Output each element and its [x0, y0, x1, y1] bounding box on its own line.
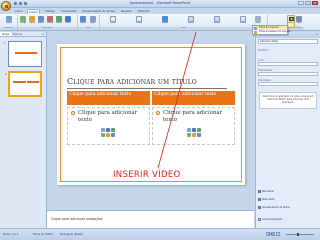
movie-dropdown-menu: Filme do Arquivo... Filme da Galeria do … [252, 25, 293, 35]
insert-content-icons [101, 128, 115, 137]
minimize-button[interactable]: – [298, 1, 304, 5]
smartart-button[interactable]: SmartArt [56, 16, 62, 25]
smartart-icon[interactable] [197, 128, 201, 132]
play-button[interactable]: Reproduzir [258, 198, 318, 201]
speed-row: Velocidade: [258, 79, 318, 88]
title-underline [67, 88, 227, 89]
sound-button[interactable]: Som [296, 16, 302, 25]
window-controls: – □ × [298, 1, 318, 5]
media-icon[interactable] [197, 133, 201, 137]
action-button[interactable]: Ação [90, 16, 96, 25]
movie-button[interactable]: Filme [287, 15, 295, 28]
chart-icon[interactable] [192, 128, 196, 132]
autopreview-checkbox[interactable]: AutoVisualização [258, 218, 318, 221]
office-button[interactable] [1, 1, 11, 11]
table-icon[interactable] [187, 128, 191, 132]
clipart-button[interactable]: Clip-art [29, 16, 35, 25]
photo-album-button[interactable]: Álbum de Fotografias [38, 16, 44, 25]
tab-outline[interactable]: Tópicos [11, 32, 24, 36]
media-icon[interactable] [111, 133, 115, 137]
slide-title-placeholder[interactable]: Clique para adicionar um título [67, 77, 197, 86]
slide-canvas[interactable]: Clique para adicionar um título Clique p… [57, 44, 245, 185]
thumbnail-col-bar [13, 81, 26, 83]
add-effect-button[interactable]: Adicionar efeito [258, 39, 318, 44]
left-heading-placeholder[interactable]: Clique para adicionar texto [67, 91, 150, 105]
header-footer-button[interactable]: Cabeçalho e Rodapé [136, 16, 142, 25]
reorder-row[interactable]: Reordenar [258, 190, 318, 193]
hyperlink-button[interactable]: Hiperlink [80, 16, 86, 25]
chart-button[interactable]: Gráfico [65, 16, 71, 25]
office-logo-icon [5, 5, 8, 8]
thumbnail-col-bar [27, 81, 39, 83]
textbox-button[interactable]: Caixa de Texto [110, 16, 116, 25]
right-content-placeholder[interactable]: Clique para adicionar texto [152, 107, 235, 145]
notes-pane[interactable]: Clique para adicionar anotações [47, 210, 254, 228]
reorder-icon [258, 190, 261, 193]
smartart-icon[interactable] [111, 128, 115, 132]
zoom-knob[interactable] [297, 233, 299, 236]
menu-item-movie-from-gallery[interactable]: Filme da Galeria do Clip-art... [253, 30, 293, 34]
start-row: Início: [258, 59, 318, 68]
start-select[interactable] [258, 62, 318, 66]
play-icon [258, 198, 261, 201]
zoom-slider[interactable] [286, 233, 314, 236]
annotation-label: INSERIR VÍDEO [113, 170, 181, 180]
close-button[interactable]: × [312, 1, 318, 5]
insert-content-icons [187, 128, 201, 137]
symbol-button[interactable]: Símbolo [240, 16, 246, 25]
chart-icon[interactable] [106, 128, 110, 132]
notes-placeholder: Clique para adicionar anotações [51, 217, 103, 221]
clipart-icon[interactable] [106, 133, 110, 137]
slides-panel-tabs: Slides Tópicos × [0, 32, 46, 37]
window-title: Apresentação1 - Microsoft PowerPoint [129, 1, 191, 5]
modify-row: Modificar [258, 49, 269, 52]
date-time-button[interactable]: Data e Hora [188, 16, 194, 25]
slideshow-button[interactable]: Apresentação de Slides [258, 206, 318, 209]
slideshow-view-icon[interactable] [276, 232, 280, 236]
picture-icon[interactable] [187, 133, 191, 137]
slide-thumbnail-1[interactable]: 1 [4, 41, 42, 67]
clipart-icon[interactable] [192, 133, 196, 137]
zoom-level[interactable]: 67% [268, 233, 274, 236]
wordart-button[interactable]: WordArt [162, 16, 168, 25]
add-effect-row: Adicionar efeito [258, 39, 318, 48]
slide-number-button[interactable]: Número do Slide [214, 16, 220, 25]
picture-icon[interactable] [101, 133, 105, 137]
title-bar: Apresentação1 - Microsoft PowerPoint – □… [0, 0, 320, 8]
thumbnail-title-bar [15, 52, 37, 54]
right-heading-placeholder[interactable]: Clique para adicionar texto [152, 91, 235, 105]
group-links: Hiperlink Ação Links [78, 15, 100, 30]
group-texto: Caixa de Texto Cabeçalho e Rodapé WordAr… [100, 15, 268, 30]
property-select[interactable] [258, 72, 318, 76]
table-button[interactable]: Tabela [6, 16, 12, 25]
slideshow-icon [258, 206, 261, 209]
left-content-placeholder[interactable]: Clique para adicionar texto [67, 107, 150, 145]
maximize-button[interactable]: □ [305, 1, 311, 5]
bullet-icon [71, 111, 75, 115]
custom-animation-pane: Personalizar animação × Adicionar efeito… [255, 32, 320, 228]
animation-list: Selecione um elemento do slide e clique … [259, 92, 317, 109]
group-ilustracoes: Imagem Clip-art Álbum de Fotografias For… [18, 15, 78, 30]
status-bar: Slide 1 de 2 "Tema do Office" Português … [0, 228, 320, 240]
language-indicator[interactable]: Português (Brasil) [60, 233, 83, 236]
table-icon[interactable] [101, 128, 105, 132]
property-row: Propriedade: [258, 69, 318, 78]
shapes-button[interactable]: Formas [47, 16, 53, 25]
panel-close-icon[interactable]: × [41, 32, 44, 37]
zoom-track[interactable] [286, 233, 314, 236]
picture-button[interactable]: Imagem [20, 16, 26, 25]
bullet-icon [156, 111, 160, 115]
theme-name: "Tema do Office" [32, 233, 54, 236]
tab-slides[interactable]: Slides [0, 32, 12, 36]
speed-select[interactable] [258, 82, 318, 86]
slide-thumbnail-2[interactable]: 2 [5, 71, 42, 97]
slide-counter: Slide 1 de 2 [3, 233, 19, 236]
close-icon[interactable]: × [316, 32, 318, 38]
film-icon [289, 17, 294, 21]
checkbox-icon [258, 218, 261, 221]
slides-panel: Slides Tópicos × 1 2 [0, 32, 47, 228]
group-tabelas: Tabela Tabelas [1, 15, 18, 30]
clip-gallery-icon [254, 30, 257, 34]
object-button[interactable]: Objeto [255, 16, 261, 25]
